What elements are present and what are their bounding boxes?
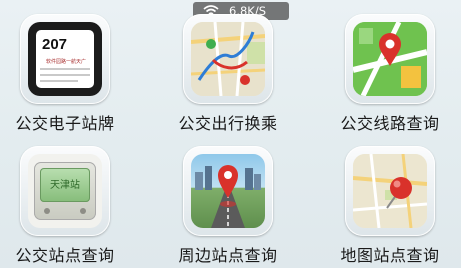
map-pushpin-icon	[353, 154, 427, 228]
tile-frame	[345, 14, 435, 104]
tile-label: 公交出行换乘	[178, 114, 278, 133]
tile-frame	[183, 146, 273, 236]
map-pin-route-icon	[353, 22, 427, 96]
tile-map-stops[interactable]: 地图站点查询	[340, 146, 440, 266]
tile-transfer[interactable]: 公交出行换乘	[178, 14, 278, 134]
tile-label: 周边站点查询	[178, 246, 278, 265]
tile-frame: 207 软件园路一航天广	[20, 14, 110, 104]
tile-frame	[345, 146, 435, 236]
screen-text: 天津站	[50, 180, 80, 191]
tile-label: 公交电子站牌	[15, 114, 115, 133]
tile-stop-query[interactable]: 天津站 公交站点查询	[15, 146, 115, 266]
sign-text: 软件园路一航天广	[45, 59, 86, 65]
nearby-location-icon	[191, 154, 265, 228]
route-map-icon	[191, 22, 265, 96]
stop-monitor-icon: 天津站	[28, 154, 102, 228]
app-grid: 207 软件园路一航天广 公交电子站牌 公交出行换乘 公交线路查询 天津站 公交…	[0, 0, 461, 268]
tile-line-query[interactable]: 公交线路查询	[340, 14, 440, 134]
tile-label: 公交线路查询	[340, 114, 440, 133]
sign-number: 207	[42, 36, 68, 53]
tile-nearby-stops[interactable]: 周边站点查询	[178, 146, 278, 266]
tile-label: 地图站点查询	[340, 246, 440, 265]
tile-frame: 天津站	[20, 146, 110, 236]
tile-label: 公交站点查询	[15, 246, 115, 265]
tile-bus-stop-sign[interactable]: 207 软件园路一航天广 公交电子站牌	[15, 14, 115, 134]
bus-stop-sign-icon: 207 软件园路一航天广	[28, 22, 102, 96]
tile-frame	[183, 14, 273, 104]
